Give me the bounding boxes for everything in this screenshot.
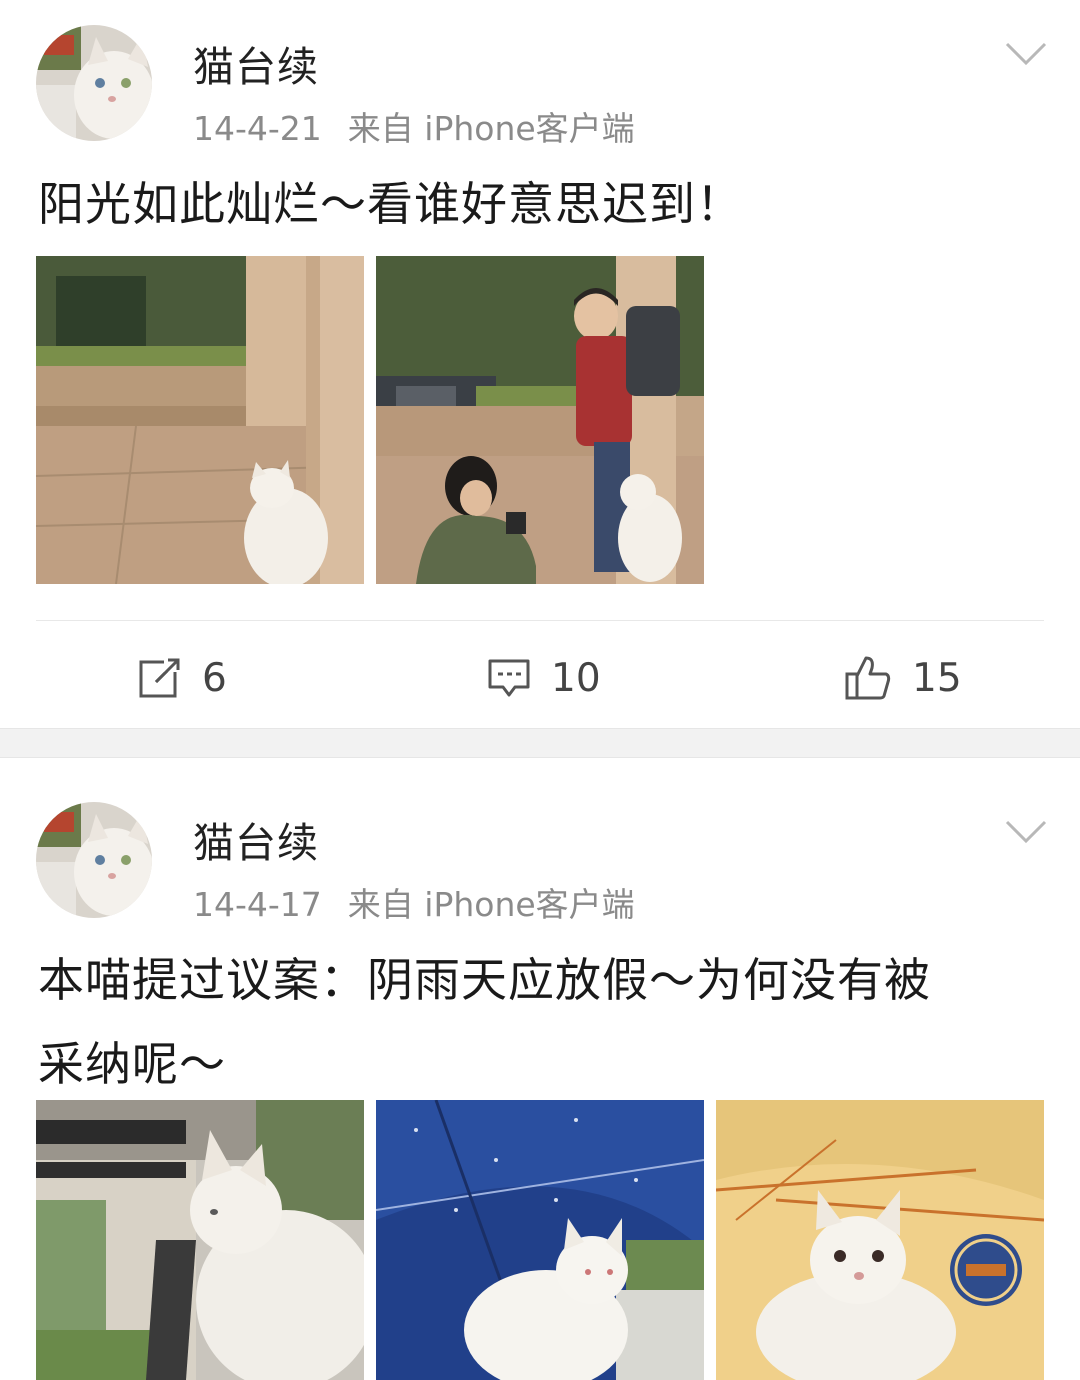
post-text-line: 本喵提过议案：阴雨天应放假～为何没有被 bbox=[38, 953, 931, 1007]
repost-icon bbox=[139, 658, 180, 698]
chevron-down-icon[interactable] bbox=[1004, 818, 1048, 846]
post-meta: 14-4-17 来自 iPhone客户端 bbox=[193, 878, 635, 926]
post-text: 阳光如此灿烂～看谁好意思迟到！ bbox=[38, 177, 743, 231]
post-meta: 14-4-21 来自 iPhone客户端 bbox=[193, 102, 635, 150]
comment-count: 10 bbox=[551, 655, 601, 701]
post-text: 本喵提过议案：阴雨天应放假～为何没有被 采纳呢～ bbox=[38, 950, 1020, 1094]
like-count: 15 bbox=[912, 655, 962, 701]
username[interactable]: 猫台续 bbox=[193, 809, 319, 869]
chevron-down-icon[interactable] bbox=[1004, 40, 1048, 68]
cat-at-window-photo[interactable] bbox=[36, 1100, 364, 1380]
post-source[interactable]: 来自 iPhone客户端 bbox=[348, 109, 635, 148]
post-source[interactable]: 来自 iPhone客户端 bbox=[348, 885, 635, 924]
feed-separator bbox=[0, 728, 1080, 758]
username[interactable]: 猫台续 bbox=[193, 33, 319, 93]
post-date: 14-4-17 bbox=[193, 885, 322, 924]
feed-post: 猫台续 14-4-21 来自 iPhone客户端 阳光如此灿烂～看谁好意思迟到！ bbox=[0, 0, 1080, 728]
post-text-line: 采纳呢～ bbox=[38, 1037, 226, 1091]
repost-button[interactable]: 6 bbox=[138, 650, 227, 706]
thumbs-up-icon bbox=[845, 656, 891, 700]
cat-with-people-photo[interactable] bbox=[376, 256, 704, 584]
user-avatar[interactable] bbox=[36, 802, 152, 918]
comment-icon bbox=[488, 659, 530, 697]
action-divider bbox=[36, 620, 1044, 621]
like-button[interactable]: 15 bbox=[844, 650, 962, 706]
cat-under-blue-umbrella-photo[interactable] bbox=[376, 1100, 704, 1380]
repost-count: 6 bbox=[202, 655, 227, 701]
feed-post: 猫台续 14-4-17 来自 iPhone客户端 本喵提过议案：阴雨天应放假～为何… bbox=[0, 758, 1080, 1380]
comment-button[interactable]: 10 bbox=[487, 650, 601, 706]
cat-photo[interactable] bbox=[36, 256, 364, 584]
post-date: 14-4-21 bbox=[193, 109, 322, 148]
cat-under-yellow-umbrella-photo[interactable] bbox=[716, 1100, 1044, 1380]
user-avatar[interactable] bbox=[36, 25, 152, 141]
